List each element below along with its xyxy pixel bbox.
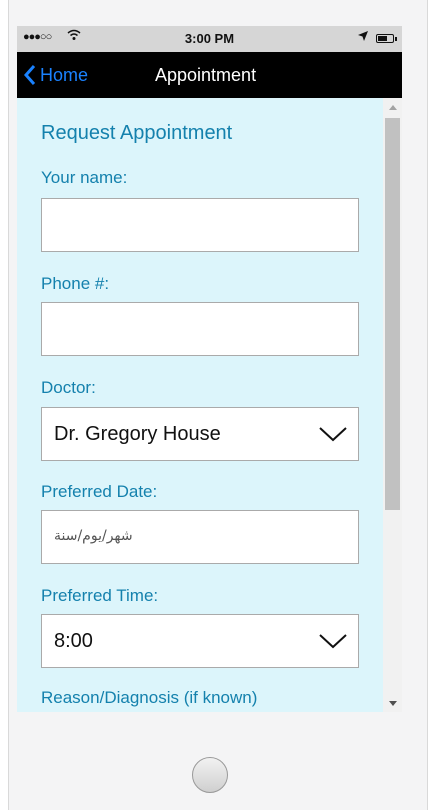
status-time: 3:00 PM [184, 31, 235, 46]
doctor-select[interactable]: Dr. Gregory House [41, 407, 359, 461]
scroll-down-icon[interactable] [383, 696, 402, 710]
scroll-thumb[interactable] [385, 118, 400, 510]
home-button[interactable] [192, 757, 228, 793]
location-arrow-icon [358, 30, 368, 44]
back-button[interactable]: Home [23, 52, 88, 98]
chevron-down-icon [318, 424, 348, 449]
chevron-down-icon [318, 631, 348, 656]
phone-field-box [41, 302, 359, 356]
appointment-form: Request Appointment Your name: Phone #: … [17, 98, 383, 712]
reason-label: Reason/Diagnosis (if known) [41, 688, 258, 707]
battery-level [378, 36, 388, 41]
date-label: Preferred Date: [41, 482, 158, 501]
phone-input[interactable] [42, 303, 358, 355]
page-title: Appointment [155, 65, 257, 85]
name-label: Your name: [41, 168, 128, 187]
doctor-value: Dr. Gregory House [54, 423, 221, 445]
phone-label: Phone #: [41, 274, 110, 293]
name-input[interactable] [42, 199, 358, 251]
time-label: Preferred Time: [41, 586, 159, 605]
scrollbar[interactable] [383, 98, 402, 712]
date-input[interactable]: شهر/يوم/سنة [41, 510, 359, 564]
time-value: 8:00 [54, 630, 93, 652]
status-bar: ●●●○○ 3:00 PM [17, 26, 402, 52]
name-field-box [41, 198, 359, 252]
battery-icon [376, 34, 397, 43]
date-placeholder: شهر/يوم/سنة [54, 528, 133, 544]
chevron-left-icon [23, 64, 36, 86]
back-label: Home [40, 64, 89, 85]
form-title: Request Appointment [41, 122, 233, 144]
nav-bar: Home Appointment [17, 52, 402, 98]
scroll-up-icon[interactable] [383, 100, 402, 114]
doctor-label: Doctor: [41, 378, 96, 397]
time-select[interactable]: 8:00 [41, 614, 359, 668]
